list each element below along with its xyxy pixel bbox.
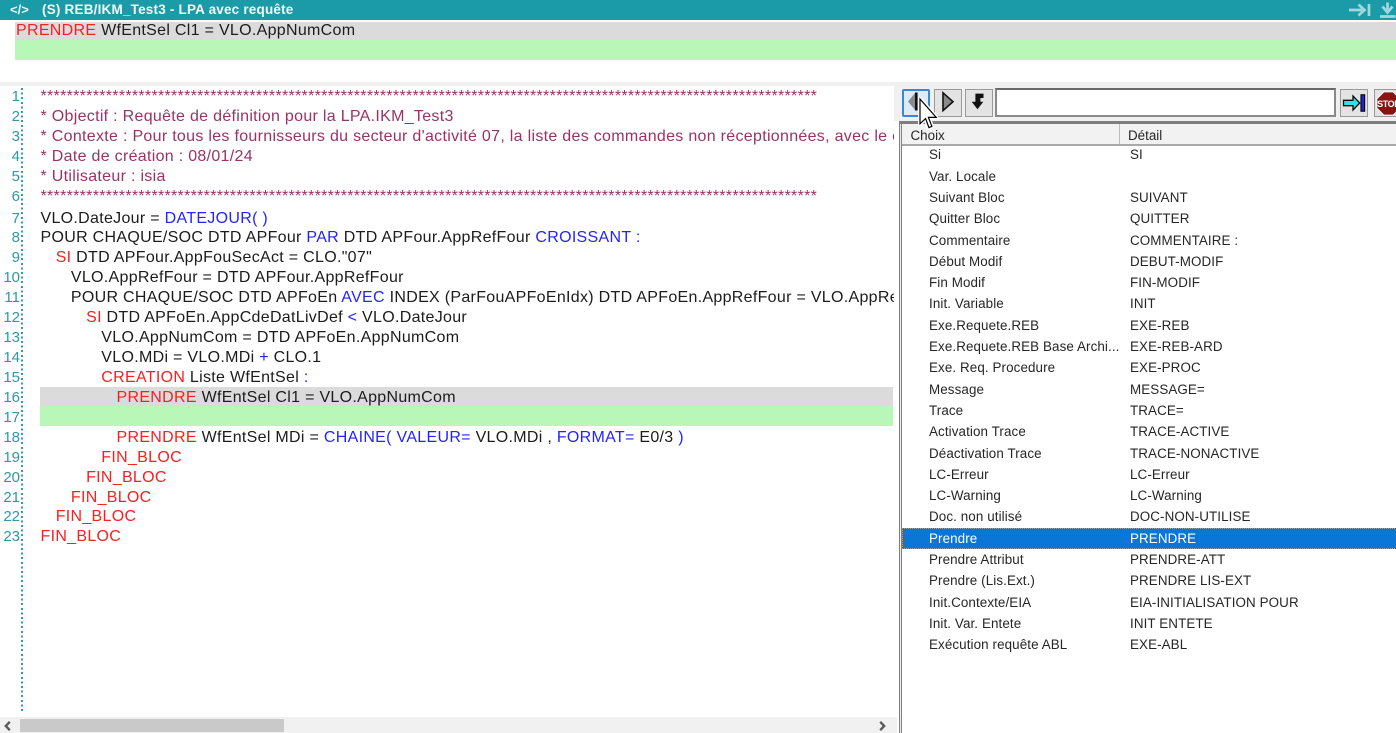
svg-text:STOP: STOP (1377, 99, 1396, 109)
